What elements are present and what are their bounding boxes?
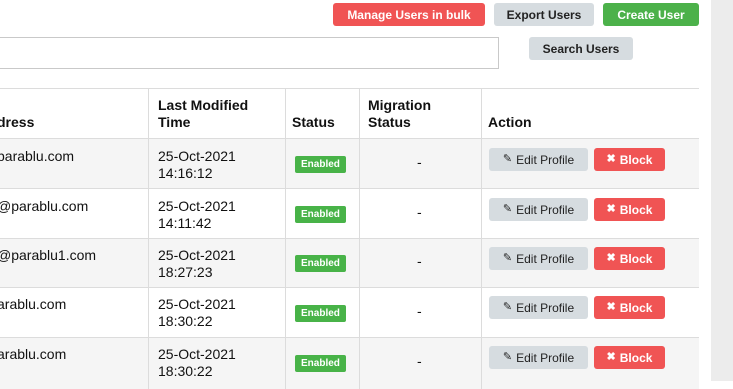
edit-icon: ✎ bbox=[502, 203, 513, 215]
cell-email: parablu.com bbox=[0, 148, 75, 164]
user-block-icon: ✖ bbox=[606, 252, 616, 264]
export-users-button[interactable]: Export Users bbox=[494, 3, 594, 26]
header-last-modified-line2: Time bbox=[158, 114, 191, 130]
cell-email: @parablu1.com bbox=[0, 247, 97, 263]
edit-icon: ✎ bbox=[502, 252, 513, 264]
column-divider bbox=[285, 89, 286, 389]
user-block-icon: ✖ bbox=[606, 351, 616, 363]
table-row: arablu.com 25-Oct-2021 18:30:22 Enabled … bbox=[0, 287, 699, 337]
edit-icon: ✎ bbox=[502, 351, 513, 363]
header-status: Status bbox=[292, 114, 335, 130]
cell-modified-time: 14:11:42 bbox=[158, 215, 212, 231]
cell-modified-date: 25-Oct-2021 bbox=[158, 346, 236, 362]
block-label: Block bbox=[619, 350, 653, 365]
block-button[interactable]: ✖ Block bbox=[594, 247, 665, 270]
edit-profile-button[interactable]: ✎ Edit Profile bbox=[489, 247, 588, 270]
cell-email: arablu.com bbox=[0, 296, 67, 312]
edit-profile-label: Edit Profile bbox=[516, 152, 575, 167]
block-button[interactable]: ✖ Block bbox=[594, 296, 665, 319]
block-label: Block bbox=[619, 152, 653, 167]
cell-email: arablu.com bbox=[0, 346, 67, 362]
cell-modified-date: 25-Oct-2021 bbox=[158, 296, 236, 312]
search-input[interactable] bbox=[0, 37, 499, 69]
header-action: Action bbox=[488, 114, 532, 130]
block-label: Block bbox=[619, 251, 653, 266]
edit-profile-button[interactable]: ✎ Edit Profile bbox=[489, 148, 588, 171]
cell-modified-date: 25-Oct-2021 bbox=[158, 148, 236, 164]
edit-profile-label: Edit Profile bbox=[516, 350, 575, 365]
status-badge: Enabled bbox=[295, 156, 346, 173]
cell-email: @parablu.com bbox=[0, 198, 89, 214]
status-badge: Enabled bbox=[295, 355, 346, 372]
table-header: dress Last Modified Time Status Migratio… bbox=[0, 89, 699, 138]
cell-modified-time: 18:27:23 bbox=[158, 264, 213, 280]
manage-users-bulk-button[interactable]: Manage Users in bulk bbox=[333, 3, 485, 26]
column-divider bbox=[359, 89, 360, 389]
edit-profile-label: Edit Profile bbox=[516, 202, 575, 217]
user-block-icon: ✖ bbox=[606, 203, 616, 215]
table-row: arablu.com 25-Oct-2021 18:30:22 Enabled … bbox=[0, 337, 699, 389]
user-block-icon: ✖ bbox=[606, 153, 616, 165]
cell-migration-status: - bbox=[417, 154, 422, 170]
block-button[interactable]: ✖ Block bbox=[594, 198, 665, 221]
status-badge: Enabled bbox=[295, 206, 346, 223]
cell-migration-status: - bbox=[417, 204, 422, 220]
block-label: Block bbox=[619, 202, 653, 217]
header-email-address: dress bbox=[0, 114, 35, 130]
header-migration-line1: Migration bbox=[368, 97, 431, 113]
search-users-button[interactable]: Search Users bbox=[529, 37, 633, 60]
create-user-button[interactable]: Create User bbox=[603, 3, 699, 26]
page-scrollbar[interactable] bbox=[711, 0, 733, 381]
header-migration-line2: Status bbox=[368, 114, 411, 130]
edit-icon: ✎ bbox=[502, 301, 513, 313]
edit-icon: ✎ bbox=[502, 153, 513, 165]
edit-profile-label: Edit Profile bbox=[516, 300, 575, 315]
user-block-icon: ✖ bbox=[606, 301, 616, 313]
edit-profile-button[interactable]: ✎ Edit Profile bbox=[489, 296, 588, 319]
edit-profile-button[interactable]: ✎ Edit Profile bbox=[489, 198, 588, 221]
block-button[interactable]: ✖ Block bbox=[594, 148, 665, 171]
status-badge: Enabled bbox=[295, 255, 346, 272]
cell-modified-time: 14:16:12 bbox=[158, 165, 213, 181]
column-divider bbox=[148, 89, 149, 389]
table-row: parablu.com 25-Oct-2021 14:16:12 Enabled… bbox=[0, 138, 699, 188]
cell-migration-status: - bbox=[417, 303, 422, 319]
cell-modified-date: 25-Oct-2021 bbox=[158, 198, 236, 214]
cell-migration-status: - bbox=[417, 353, 422, 369]
edit-profile-label: Edit Profile bbox=[516, 251, 575, 266]
table-row: @parablu.com 25-Oct-2021 14:11:42 Enable… bbox=[0, 188, 699, 238]
edit-profile-button[interactable]: ✎ Edit Profile bbox=[489, 346, 588, 369]
column-divider bbox=[481, 89, 482, 389]
block-button[interactable]: ✖ Block bbox=[594, 346, 665, 369]
status-badge: Enabled bbox=[295, 305, 346, 322]
table-row: @parablu1.com 25-Oct-2021 18:27:23 Enabl… bbox=[0, 238, 699, 287]
cell-modified-time: 18:30:22 bbox=[158, 363, 213, 379]
header-last-modified-line1: Last Modified bbox=[158, 97, 249, 113]
cell-modified-date: 25-Oct-2021 bbox=[158, 247, 236, 263]
users-table: dress Last Modified Time Status Migratio… bbox=[0, 88, 699, 389]
block-label: Block bbox=[619, 300, 653, 315]
cell-migration-status: - bbox=[417, 253, 422, 269]
cell-modified-time: 18:30:22 bbox=[158, 313, 213, 329]
